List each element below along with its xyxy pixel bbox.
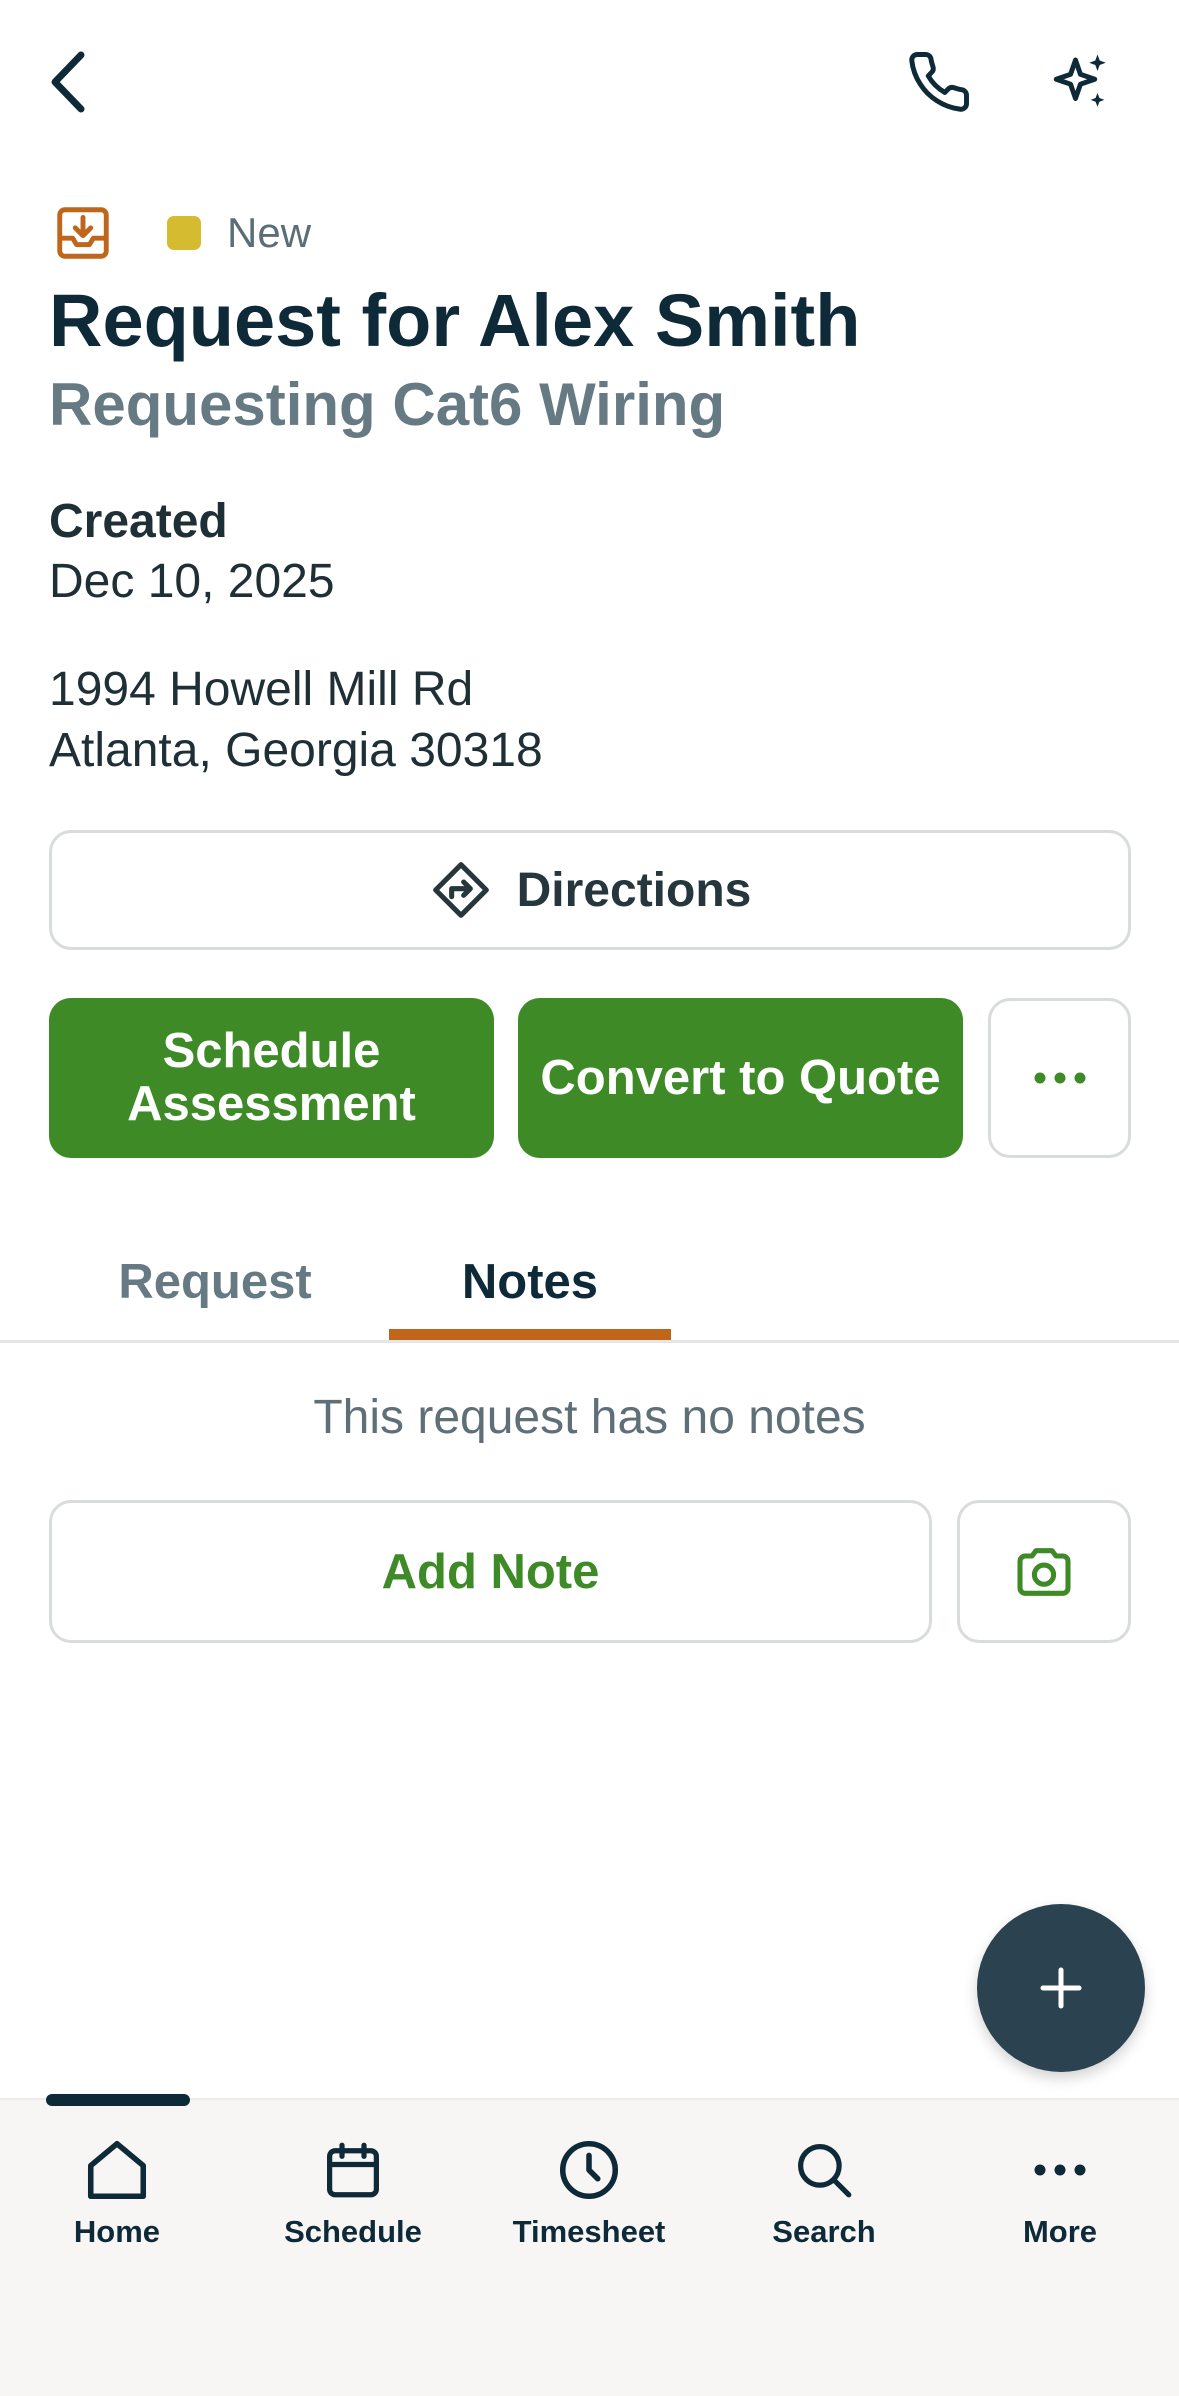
nav-search-label: Search [772,2214,876,2249]
page-subtitle: Requesting Cat6 Wiring [49,371,726,438]
camera-icon [1017,1547,1071,1596]
created-label: Created [49,495,228,548]
directions-label: Directions [516,863,752,917]
page-title: Request for Alex Smith [49,279,861,362]
nav-more-label: More [1022,2214,1098,2249]
schedule-label-line1: Schedule [162,1024,381,1079]
clock-icon [554,2134,624,2206]
create-new-fab[interactable] [977,1904,1145,2072]
tab-request[interactable]: Request [70,1222,360,1342]
empty-notes-message: This request has no notes [313,1391,866,1444]
nav-search[interactable]: Search [724,2134,924,2264]
add-note-button[interactable]: Add Note [49,1500,932,1643]
ai-assist-button[interactable] [1036,40,1126,124]
back-button[interactable] [30,40,110,124]
nav-timesheet-label: Timesheet [512,2214,666,2249]
nav-more[interactable]: More [960,2134,1160,2264]
address-line-2[interactable]: Atlanta, Georgia 30318 [49,723,543,778]
more-actions-button[interactable] [988,998,1131,1158]
convert-to-quote-button[interactable]: Convert to Quote [518,998,963,1158]
ellipsis-icon [1033,2134,1087,2206]
convert-label: Convert to Quote [540,1050,941,1105]
nav-home-label: Home [73,2214,161,2249]
created-date: Dec 10, 2025 [49,555,335,608]
inbox-download-icon [50,200,116,266]
plus-icon [1040,1967,1082,2009]
nav-schedule-label: Schedule [284,2214,422,2249]
status-indicator [167,216,201,250]
search-icon [791,2134,857,2206]
status-row: New [50,200,311,266]
directions-button[interactable]: Directions [49,830,1131,950]
sparkles-icon [1053,54,1106,107]
ellipsis-icon [1034,1072,1085,1084]
active-tab-indicator [389,1329,671,1340]
call-button[interactable] [894,40,984,124]
add-note-label: Add Note [381,1544,600,1599]
nav-home[interactable]: Home [17,2134,217,2264]
address-line-1[interactable]: 1994 Howell Mill Rd [49,662,473,717]
nav-timesheet[interactable]: Timesheet [489,2134,689,2264]
schedule-assessment-button[interactable]: Schedule Assessment [49,998,494,1158]
directions-icon [432,862,489,918]
status-badge: New [227,209,312,256]
home-icon [82,2134,152,2206]
add-photo-button[interactable] [957,1500,1131,1643]
top-app-bar [0,0,1179,170]
calendar-icon [320,2134,386,2206]
active-nav-indicator [46,2094,190,2106]
nav-schedule[interactable]: Schedule [253,2134,453,2264]
tab-notes[interactable]: Notes [389,1222,671,1342]
schedule-label-line2: Assessment [127,1077,416,1131]
chevron-left-icon [51,51,85,113]
phone-icon [909,52,969,112]
tabs-divider [0,1340,1179,1343]
